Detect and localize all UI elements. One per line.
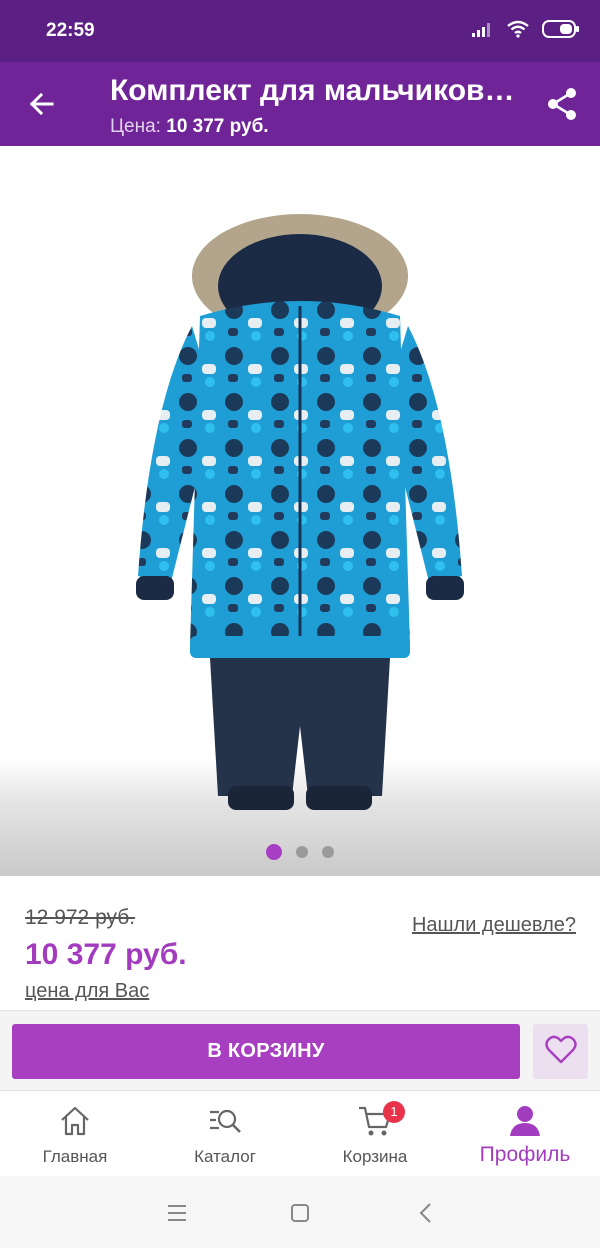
- wifi-icon: [507, 20, 529, 38]
- app-bar: Комплект для мальчиков Lenne Цена: 10 37…: [0, 62, 600, 146]
- personal-price-link[interactable]: цена для Вас: [25, 980, 149, 1003]
- gallery-dot-1[interactable]: [266, 844, 282, 860]
- profile-icon: [510, 1106, 540, 1136]
- product-title: Комплект для мальчиков Lenne: [110, 74, 520, 107]
- header-price-label: Цена:: [110, 116, 161, 137]
- system-back-icon[interactable]: [413, 1200, 439, 1226]
- current-price: 10 377 руб.: [25, 938, 187, 971]
- system-navigation-bar: [0, 1176, 600, 1248]
- header-price: Цена: 10 377 руб.: [110, 116, 269, 138]
- product-gallery[interactable]: [0, 146, 600, 876]
- action-bar: В КОРЗИНУ: [0, 1010, 600, 1091]
- nav-label-profile: Профиль: [479, 1143, 571, 1166]
- catalog-search-icon: [210, 1109, 241, 1133]
- gallery-pagination: [0, 844, 600, 860]
- nav-label-home: Главная: [42, 1147, 108, 1166]
- heart-icon: [544, 1035, 577, 1064]
- gallery-dot-3[interactable]: [322, 846, 334, 858]
- cart-count-badge: 1: [383, 1101, 405, 1123]
- header-price-value: 10 377 руб.: [166, 116, 269, 137]
- nav-item-catalog[interactable]: Каталог: [150, 1091, 300, 1177]
- add-to-cart-button[interactable]: В КОРЗИНУ: [12, 1024, 520, 1079]
- nav-item-profile[interactable]: Профиль: [450, 1091, 600, 1177]
- status-time: 22:59: [46, 20, 95, 41]
- battery-icon: [542, 20, 579, 38]
- signal-icon: [472, 23, 490, 37]
- price-block: 12 972 руб. 10 377 руб. цена для Вас Наш…: [0, 876, 600, 1010]
- nav-item-home[interactable]: Главная: [0, 1091, 150, 1177]
- nav-label-cart: Корзина: [342, 1147, 408, 1166]
- menu-icon[interactable]: [164, 1200, 190, 1226]
- status-bar: 22:59: [0, 0, 600, 62]
- bottom-navigation: Главная Каталог 1 Корзина Профиль: [0, 1090, 600, 1177]
- nav-label-catalog: Каталог: [194, 1147, 256, 1166]
- nav-item-cart[interactable]: 1 Корзина: [300, 1091, 450, 1177]
- favorite-button[interactable]: [533, 1024, 588, 1079]
- old-price: 12 972 руб.: [25, 906, 136, 929]
- gallery-dot-2[interactable]: [296, 846, 308, 858]
- home-icon: [61, 1106, 89, 1136]
- share-icon[interactable]: [542, 84, 582, 124]
- status-icons: [472, 20, 580, 38]
- home-square-icon[interactable]: [287, 1200, 313, 1226]
- found-cheaper-link[interactable]: Нашли дешевле?: [412, 914, 576, 937]
- back-arrow-icon[interactable]: [22, 84, 62, 124]
- product-photo: [136, 214, 464, 810]
